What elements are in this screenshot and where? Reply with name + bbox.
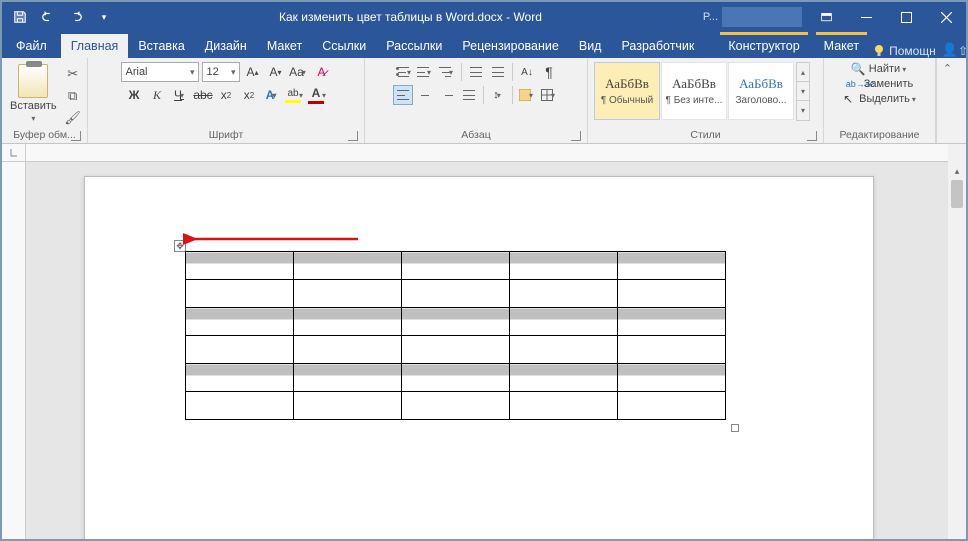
tab-layout[interactable]: Макет [257, 34, 312, 58]
paragraph-launcher[interactable] [571, 131, 581, 141]
replace-icon: ab→ac [846, 79, 860, 89]
group-clipboard: Вставить ▾ ✂ ⧉ 🖌 Буфер обм... [2, 58, 88, 143]
justify-button[interactable] [459, 85, 479, 105]
find-button[interactable]: 🔍Найти▾ [851, 62, 908, 76]
numbering-button[interactable]: ▾ [415, 62, 435, 82]
line-spacing-button[interactable]: ↕▾ [488, 85, 508, 105]
cursor-icon: ↖ [841, 92, 855, 106]
bullets-button[interactable]: ▾ [393, 62, 413, 82]
document-title: Как изменить цвет таблицы в Word.docx - … [122, 10, 699, 24]
copy-button[interactable]: ⧉ [63, 86, 83, 106]
tab-table-layout[interactable]: Макет [816, 35, 867, 58]
tab-table-design[interactable]: Конструктор [720, 35, 807, 58]
redo-button[interactable] [64, 5, 88, 29]
vertical-scrollbar[interactable]: ▴ ▾ [948, 162, 966, 541]
show-marks-button[interactable]: ¶ [539, 62, 559, 82]
align-left-button[interactable] [393, 85, 413, 105]
highlight-button[interactable]: ab▾ [285, 85, 305, 105]
word-window: ▾ Как изменить цвет таблицы в Word.docx … [0, 0, 968, 541]
select-button[interactable]: ↖Выделить▾ [841, 92, 918, 106]
shrink-font-button[interactable]: A▾ [266, 62, 286, 82]
user-account-badge[interactable] [722, 7, 802, 27]
page-viewport[interactable]: ✥ [26, 162, 948, 541]
horizontal-ruler[interactable] [26, 144, 948, 162]
clipboard-icon [18, 64, 48, 98]
presenting-indicator: P... [699, 11, 722, 23]
vertical-ruler[interactable] [2, 162, 26, 541]
clipboard-launcher[interactable] [71, 131, 81, 141]
tab-mailings[interactable]: Рассылки [376, 34, 452, 58]
font-launcher[interactable] [348, 131, 358, 141]
minimize-button[interactable] [846, 2, 886, 32]
multilevel-list-button[interactable]: ▾ [437, 62, 457, 82]
undo-button[interactable] [36, 5, 60, 29]
tab-references[interactable]: Ссылки [312, 34, 376, 58]
tab-view[interactable]: Вид [569, 34, 612, 58]
grow-font-button[interactable]: A▴ [243, 62, 263, 82]
group-font: Arial 12 A▴ A▾ Aa▾ A̷ Ж К Ч▾ abc x2 x2 A… [88, 58, 365, 143]
styles-launcher[interactable] [807, 131, 817, 141]
align-center-button[interactable] [415, 85, 435, 105]
title-bar: ▾ Как изменить цвет таблицы в Word.docx … [2, 2, 966, 32]
ribbon-tabs: Файл Главная Вставка Дизайн Макет Ссылки… [2, 32, 966, 58]
tab-review[interactable]: Рецензирование [452, 34, 569, 58]
lightbulb-icon [873, 44, 885, 58]
bold-button[interactable]: Ж [124, 85, 144, 105]
group-editing: 🔍Найти▾ ab→acЗаменить ↖Выделить▾ Редакти… [824, 58, 936, 143]
tab-design[interactable]: Дизайн [195, 34, 257, 58]
tab-selector[interactable] [2, 144, 26, 162]
underline-button[interactable]: Ч▾ [170, 85, 190, 105]
style-no-spacing[interactable]: АаБбВв¶ Без инте... [661, 62, 727, 120]
document-table[interactable] [185, 251, 726, 420]
cut-button[interactable]: ✂ [63, 64, 83, 84]
subscript-button[interactable]: x2 [216, 85, 236, 105]
font-size-combo[interactable]: 12 [202, 62, 240, 82]
quick-access-toolbar: ▾ [2, 5, 122, 29]
change-case-button[interactable]: Aa▾ [289, 62, 309, 82]
text-effects-button[interactable]: A▾ [262, 85, 282, 105]
scroll-thumb[interactable] [948, 180, 966, 541]
clear-formatting-button[interactable]: A̷ [312, 62, 332, 82]
account-icon[interactable]: 👤 [942, 42, 958, 58]
search-icon: 🔍 [851, 62, 865, 76]
increase-indent-button[interactable] [488, 62, 508, 82]
collapse-ribbon-button[interactable]: ⌃ [936, 58, 958, 143]
window-controls [806, 2, 966, 32]
qat-customize[interactable]: ▾ [92, 5, 116, 29]
share-button[interactable]: ⇧ [958, 44, 968, 58]
tell-me[interactable]: Помощн [867, 44, 942, 58]
sort-button[interactable]: A↓ [517, 62, 537, 82]
decrease-indent-button[interactable] [466, 62, 486, 82]
group-paragraph: ▾ ▾ ▾ A↓ ¶ ↕▾ [365, 58, 588, 143]
font-name-combo[interactable]: Arial [121, 62, 199, 82]
ribbon: Вставить ▾ ✂ ⧉ 🖌 Буфер обм... Arial 12 A… [2, 58, 966, 144]
tab-file[interactable]: Файл [2, 34, 61, 58]
paste-button[interactable]: Вставить ▾ [6, 62, 61, 125]
styles-gallery-scroll[interactable]: ▴▾▾ [796, 62, 810, 121]
tab-insert[interactable]: Вставка [128, 34, 194, 58]
tab-home[interactable]: Главная [61, 34, 129, 58]
annotation-arrow [183, 231, 363, 247]
italic-button[interactable]: К [147, 85, 167, 105]
document-area: ✥ ▴ ▾ [2, 144, 966, 541]
tab-developer[interactable]: Разработчик [611, 34, 704, 58]
style-normal[interactable]: АаБбВв¶ Обычный [594, 62, 660, 120]
superscript-button[interactable]: x2 [239, 85, 259, 105]
borders-button[interactable]: ▾ [539, 85, 559, 105]
scroll-up-button[interactable]: ▴ [948, 162, 966, 180]
font-color-button[interactable]: A▾ [308, 85, 328, 105]
group-styles: АаБбВв¶ Обычный АаБбВв¶ Без инте... АаБб… [588, 58, 824, 143]
align-right-button[interactable] [437, 85, 457, 105]
format-painter-button[interactable]: 🖌 [63, 108, 83, 128]
style-heading1[interactable]: АаБбВвЗаголово... [728, 62, 794, 120]
ribbon-options-button[interactable] [806, 2, 846, 32]
strikethrough-button[interactable]: abc [193, 85, 213, 105]
table-resize-handle[interactable] [731, 424, 739, 432]
save-button[interactable] [8, 5, 32, 29]
replace-button[interactable]: ab→acЗаменить [846, 78, 913, 90]
maximize-button[interactable] [886, 2, 926, 32]
shading-button[interactable]: ▾ [517, 85, 537, 105]
close-button[interactable] [926, 2, 966, 32]
page: ✥ [84, 176, 874, 541]
